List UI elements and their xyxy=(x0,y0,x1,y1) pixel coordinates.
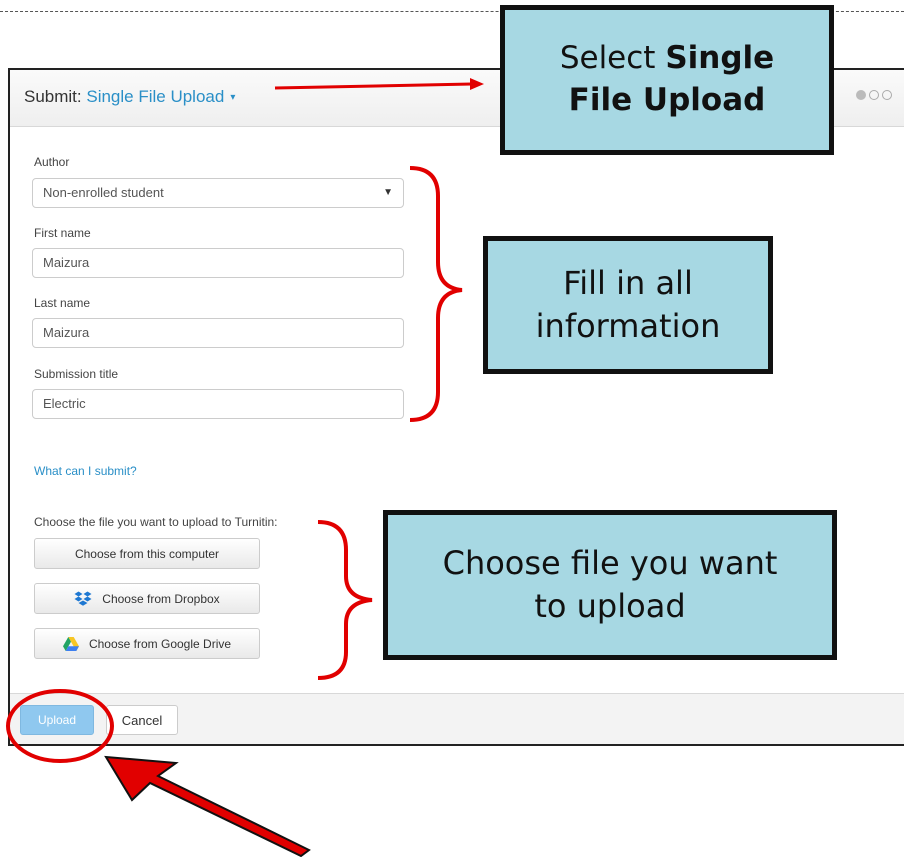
submission-title-field[interactable]: Electric xyxy=(32,389,404,419)
progress-dot xyxy=(869,90,879,100)
choose-from-dropbox-label: Choose from Dropbox xyxy=(102,591,220,606)
callout-choose-line2: to upload xyxy=(534,587,686,625)
header-title: Submit: Single File Upload ▾ xyxy=(24,87,235,107)
dropbox-icon xyxy=(74,591,92,606)
header-prefix: Submit: xyxy=(24,87,87,106)
choose-file-label: Choose the file you want to upload to Tu… xyxy=(34,515,278,529)
author-label: Author xyxy=(34,155,70,169)
choose-from-google-drive-label: Choose from Google Drive xyxy=(88,636,232,651)
what-can-i-submit-link[interactable]: What can I submit? xyxy=(34,464,137,478)
choose-from-google-drive-button[interactable]: Choose from Google Drive xyxy=(34,628,260,659)
first-name-label: First name xyxy=(34,226,91,240)
author-select[interactable]: Non-enrolled student ▼ xyxy=(32,178,404,208)
progress-dots-icon xyxy=(856,90,892,100)
upload-mode-label: Single File Upload xyxy=(86,87,225,106)
upload-button[interactable]: Upload xyxy=(20,705,94,735)
callout-fill-line1: Fill in all xyxy=(563,263,693,302)
choose-from-computer-button[interactable]: Choose from this computer xyxy=(34,538,260,569)
callout-select-text: Select xyxy=(559,40,666,77)
callout-select-bold2: File Upload xyxy=(568,82,766,118)
callout-fill-in-information: Fill in all information xyxy=(483,236,773,374)
progress-dot xyxy=(856,90,866,100)
first-name-field[interactable]: Maizura xyxy=(32,248,404,278)
choose-from-computer-label: Choose from this computer xyxy=(74,546,220,561)
submission-title-label: Submission title xyxy=(34,367,119,381)
last-name-label: Last name xyxy=(34,296,91,310)
caret-down-icon: ▾ xyxy=(230,92,236,104)
callout-select-single-file-upload: Select Single File Upload xyxy=(500,5,834,155)
upload-mode-dropdown[interactable]: Single File Upload ▾ xyxy=(86,87,235,106)
progress-dot xyxy=(882,90,892,100)
upload-pointer-arrow-icon xyxy=(104,755,311,857)
callout-choose-file: Choose file you want to upload xyxy=(383,510,837,660)
dialog-footer: Upload Cancel xyxy=(10,693,904,744)
choose-from-dropbox-button[interactable]: Choose from Dropbox xyxy=(34,583,260,614)
callout-select-bold1: Single xyxy=(665,40,775,77)
google-drive-icon xyxy=(62,636,79,651)
callout-fill-line2: information xyxy=(535,307,721,345)
author-select-value: Non-enrolled student xyxy=(43,185,164,200)
cancel-button[interactable]: Cancel xyxy=(106,705,178,735)
last-name-field[interactable]: Maizura xyxy=(32,318,404,348)
select-caret-icon: ▼ xyxy=(383,187,393,198)
callout-choose-line1: Choose file you want xyxy=(442,543,778,582)
